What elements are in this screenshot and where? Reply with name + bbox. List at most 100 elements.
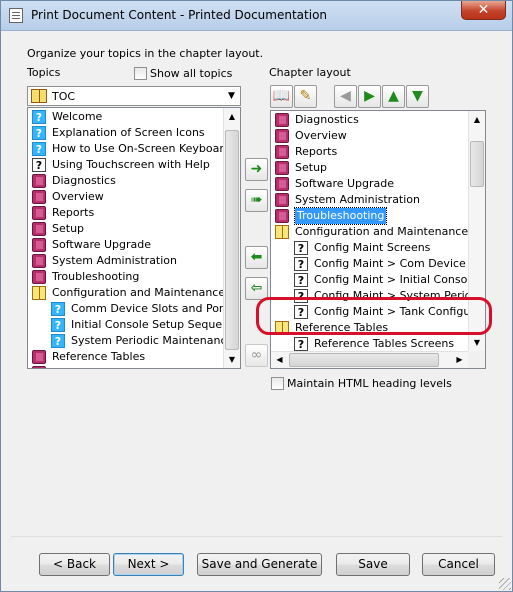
add-all-topics-button[interactable]: ➠	[245, 189, 268, 212]
list-item-label: Using Touchscreen with Help	[52, 158, 210, 171]
list-item[interactable]: Overview	[28, 189, 218, 205]
help-icon: ?	[51, 334, 65, 348]
save-button[interactable]: Save	[336, 553, 410, 576]
list-item[interactable]: Setup	[28, 221, 218, 237]
list-item[interactable]: Reference Tables	[28, 349, 218, 365]
list-item[interactable]: ? Config Maint > Com Device Slots	[271, 256, 485, 272]
list-item[interactable]: Software Upgrade	[271, 176, 461, 192]
list-item[interactable]: ? Comm Device Slots and Ports	[28, 301, 234, 317]
chevron-down-icon[interactable]: ▼	[223, 87, 240, 105]
list-item[interactable]: Reports	[271, 144, 461, 160]
list-item-label: System Administration	[295, 193, 421, 206]
book-icon	[32, 350, 46, 364]
red-highlight-annotation	[256, 297, 492, 335]
list-item[interactable]: Troubleshooting	[271, 207, 461, 225]
list-item[interactable]: Troubleshooting	[28, 269, 218, 285]
show-all-topics-checkbox[interactable]	[134, 67, 147, 80]
list-item[interactable]: ? Reference Tables Screens	[271, 336, 461, 352]
scroll-up-icon[interactable]: ▲	[469, 111, 485, 128]
list-item-label: Overview	[52, 190, 104, 203]
list-item-label: Diagnostics	[295, 113, 359, 126]
scroll-thumb[interactable]	[470, 141, 484, 187]
book-icon	[32, 270, 46, 284]
remove-topic-button[interactable]: ⬅	[245, 246, 268, 269]
list-item[interactable]: ? Config Maint Screens	[271, 240, 461, 256]
rename-button[interactable]: ✎	[294, 85, 317, 108]
book-icon	[32, 254, 46, 268]
next-button[interactable]: Next >	[113, 553, 184, 576]
page-icon: ?	[294, 337, 308, 351]
list-item[interactable]: System Administration	[28, 253, 218, 269]
list-item[interactable]: Diagnostics	[28, 173, 218, 189]
page-icon: ?	[32, 158, 46, 172]
list-item[interactable]: ? Config Maint > Initial Console Se	[271, 272, 485, 288]
new-book-button[interactable]: 📖	[270, 85, 293, 108]
list-item-label: Reports	[295, 145, 338, 158]
list-item-label: Configuration and Maintenance	[52, 286, 226, 299]
list-item-label: Troubleshooting	[293, 207, 388, 225]
book-icon	[32, 238, 46, 252]
help-icon: ?	[32, 110, 46, 124]
maintain-heading-checkbox[interactable]	[271, 377, 284, 390]
resize-grip[interactable]	[499, 578, 511, 590]
save-and-generate-button[interactable]: Save and Generate	[197, 553, 322, 576]
back-button[interactable]: < Back	[39, 553, 110, 576]
toc-select[interactable]: TOC ▼	[27, 86, 241, 106]
list-item[interactable]: ? Initial Console Setup Sequence	[28, 317, 240, 333]
list-item[interactable]: ? Explanation of Screen Icons	[28, 125, 218, 141]
close-button[interactable]: ✕	[461, 1, 506, 20]
list-item[interactable]: ? Using Touchscreen with Help	[28, 157, 218, 173]
scroll-down-icon[interactable]: ▼	[224, 351, 240, 368]
book-icon	[32, 366, 46, 368]
list-item-label: Software Upgrade	[295, 177, 395, 190]
scroll-right-icon[interactable]: ▶	[451, 352, 468, 368]
topics-vertical-scrollbar[interactable]: ▲ ▼	[223, 108, 240, 368]
help-icon: ?	[32, 142, 46, 156]
topics-list[interactable]: ? Welcome? Explanation of Screen Icons ? How…	[27, 107, 241, 369]
list-item[interactable]: ? Welcome	[28, 109, 218, 125]
book-icon	[32, 222, 46, 236]
scroll-thumb[interactable]	[225, 130, 239, 350]
move-right-button[interactable]: ▶	[358, 85, 381, 108]
book-icon	[275, 209, 289, 223]
add-topic-button[interactable]: ➜	[245, 158, 268, 181]
list-item[interactable]: Configuration and Maintenance	[28, 285, 225, 301]
list-item[interactable]: Overview	[271, 128, 461, 144]
help-icon: ?	[32, 126, 46, 140]
cancel-button[interactable]: Cancel	[422, 553, 495, 576]
list-item[interactable]: Software Upgrade	[28, 237, 218, 253]
scroll-down-icon[interactable]: ▼	[469, 334, 485, 351]
list-item-label: Explanation of Screen Icons	[52, 126, 205, 139]
chapter-horizontal-scrollbar[interactable]: ◀ ▶	[271, 351, 468, 368]
list-item-label: Reference Tables	[52, 350, 146, 363]
preview-button[interactable]: ∞	[245, 344, 268, 367]
list-item[interactable]: Setup	[271, 160, 461, 176]
list-item-label: Troubleshooting	[52, 270, 140, 283]
move-left-button[interactable]: ◀	[334, 85, 357, 108]
move-up-button[interactable]: ▲	[382, 85, 405, 108]
list-item[interactable]: ? System Periodic Maintenance	[28, 333, 233, 349]
arrow-up-icon: ▲	[388, 88, 399, 104]
move-down-button[interactable]: ▼	[406, 85, 429, 108]
list-item[interactable]: ? How to Use On-Screen Keyboard	[28, 141, 231, 157]
list-item[interactable]: Understanding ATG	[28, 365, 218, 368]
list-item-label: System Administration	[52, 254, 178, 267]
list-item[interactable]: Configuration and Maintenance	[271, 224, 468, 240]
book-icon	[275, 193, 289, 207]
open-book-icon	[32, 286, 46, 300]
list-item-label: Comm Device Slots and Ports	[71, 302, 234, 315]
page-icon: ?	[294, 241, 308, 255]
list-item[interactable]: System Administration	[271, 192, 461, 208]
help-icon: ?	[51, 302, 65, 316]
list-item-label: Config Maint > Com Device Slots	[314, 257, 486, 270]
book-icon	[275, 145, 289, 159]
list-item[interactable]: Diagnostics	[271, 112, 461, 128]
scrollbar-corner	[468, 351, 485, 368]
scroll-thumb[interactable]	[289, 353, 439, 367]
scroll-up-icon[interactable]: ▲	[224, 108, 240, 125]
arrow-down-icon: ▼	[412, 88, 423, 104]
page-icon: ?	[294, 257, 308, 271]
pencil-icon: ✎	[299, 88, 312, 104]
list-item[interactable]: Reports	[28, 205, 218, 221]
scroll-left-icon[interactable]: ◀	[271, 352, 288, 368]
